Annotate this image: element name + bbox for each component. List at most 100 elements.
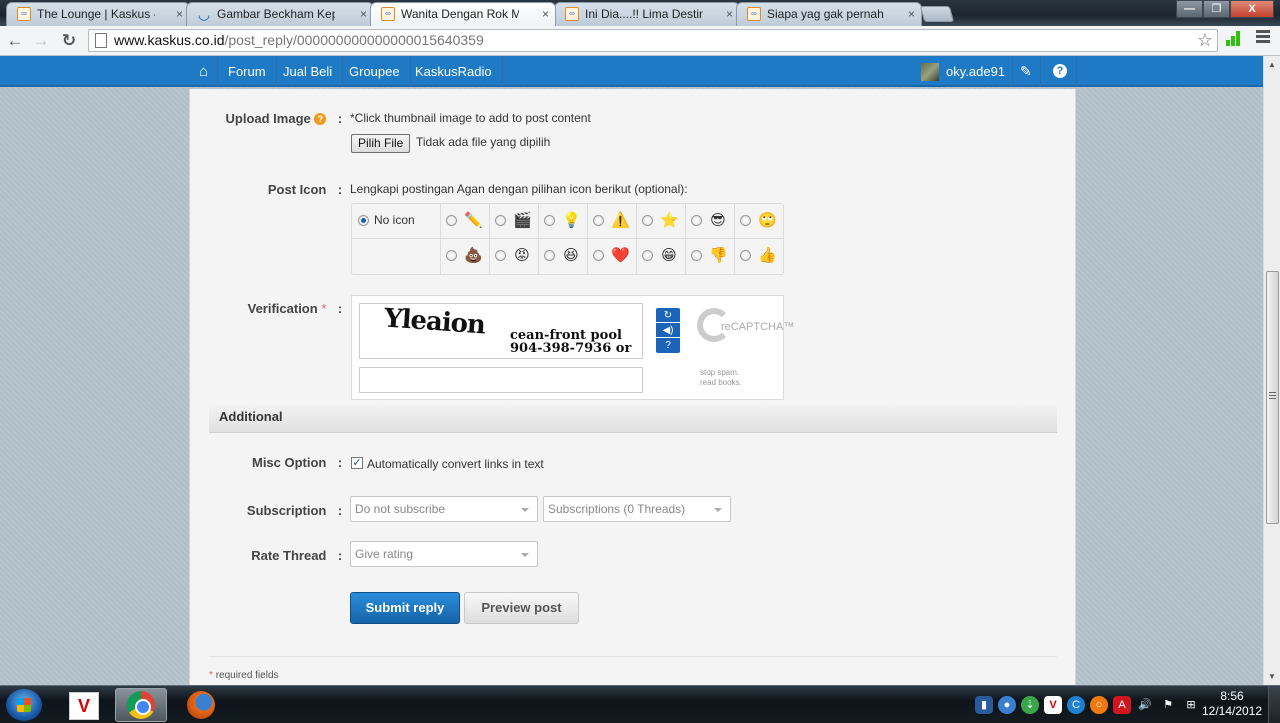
post-icon-radio[interactable] (593, 215, 604, 226)
close-icon[interactable]: × (360, 3, 367, 25)
scroll-up-arrow-icon[interactable]: ▲ (1268, 60, 1276, 69)
subscription-mode-select[interactable]: Do not subscribe (350, 496, 538, 522)
post-icon-radio[interactable] (446, 250, 457, 261)
post-icon-option[interactable]: 🙄 (735, 204, 784, 239)
nav-jual-beli[interactable]: Jual Beli (273, 56, 344, 87)
no-icon-option[interactable]: No icon (352, 204, 441, 239)
start-button[interactable] (6, 689, 42, 721)
avast-icon[interactable]: ○ (1090, 696, 1108, 714)
post-icon-radio[interactable] (740, 215, 751, 226)
network-icon[interactable]: ⊞ (1182, 696, 1200, 714)
post-icon-radio[interactable] (544, 215, 555, 226)
signal-extension-icon[interactable] (1226, 30, 1242, 46)
user-avatar[interactable] (921, 63, 939, 81)
chrome-menu-icon[interactable] (1256, 30, 1270, 45)
volume-icon[interactable]: 🔊 (1136, 696, 1154, 714)
clapperboard-icon[interactable]: 🎬 (513, 212, 532, 230)
post-icon-option[interactable]: 😡 (490, 239, 539, 274)
firefox-taskbar-icon[interactable] (187, 691, 215, 719)
laughing-smiley-icon[interactable]: 😆 (562, 247, 580, 265)
close-window-button[interactable]: X (1230, 0, 1274, 18)
thumbs-down-icon[interactable]: 👎 (709, 247, 728, 265)
address-bar[interactable]: www.kaskus.co.id/post_reply/000000000000… (88, 29, 1218, 52)
help-icon[interactable]: ? (656, 338, 680, 353)
ccleaner-icon[interactable]: C (1067, 696, 1085, 714)
nav-kaskusradio[interactable]: KaskusRadio (405, 56, 503, 87)
download-manager-icon[interactable]: ⇣ (1021, 696, 1039, 714)
pencil-icon[interactable]: ✎ (1020, 56, 1032, 87)
post-icon-radio[interactable] (691, 250, 702, 261)
close-icon[interactable]: × (542, 3, 549, 25)
vnc-viewer-taskbar-icon[interactable]: V (69, 692, 99, 720)
subscription-folder-select[interactable]: Subscriptions (0 Threads) (543, 496, 731, 522)
star-icon[interactable]: ⭐ (660, 212, 679, 230)
show-desktop-button[interactable] (1268, 686, 1280, 723)
network-drive-icon[interactable]: ▮ (975, 696, 993, 714)
post-icon-option[interactable]: 👍 (735, 239, 784, 274)
post-icon-option[interactable]: 😎 (686, 204, 735, 239)
close-icon[interactable]: × (908, 3, 915, 25)
post-icon-radio[interactable] (642, 250, 653, 261)
post-icon-option[interactable]: 💩 (441, 239, 490, 274)
warning-icon[interactable]: ⚠️ (611, 212, 630, 230)
back-button[interactable]: ← (4, 30, 26, 52)
post-icon-radio[interactable] (495, 215, 506, 226)
forward-button[interactable]: → (30, 30, 52, 52)
grin-smiley-icon[interactable]: 😁 (660, 247, 678, 265)
post-icon-option[interactable]: 👎 (686, 239, 735, 274)
post-icon-radio[interactable] (544, 250, 555, 261)
close-icon[interactable]: × (176, 3, 183, 25)
post-icon-option[interactable]: ⭐ (637, 204, 686, 239)
heart-icon[interactable]: ❤️ (611, 247, 630, 265)
post-icon-radio[interactable] (495, 250, 506, 261)
rate-thread-select[interactable]: Give rating (350, 541, 538, 567)
browser-tab-active[interactable]: ∞ Wanita Dengan Rok Mini D × (370, 2, 556, 26)
new-tab-button[interactable] (919, 6, 955, 22)
nav-forum[interactable]: Forum (218, 56, 277, 87)
nav-groupee[interactable]: Groupee (339, 56, 411, 87)
audio-icon[interactable]: ◀) (656, 323, 680, 338)
minimize-button[interactable]: — (1176, 0, 1203, 18)
post-icon-radio[interactable] (593, 250, 604, 261)
page-scrollbar[interactable]: ▲ ▼ (1263, 56, 1280, 685)
post-icon-option[interactable]: 💡 (539, 204, 588, 239)
scroll-thumb[interactable] (1266, 271, 1279, 524)
post-icon-option[interactable]: 😁 (637, 239, 686, 274)
rolling-eyes-smiley-icon[interactable]: 🙄 (758, 212, 777, 230)
vnc-icon[interactable]: V (1044, 696, 1062, 714)
thumbs-up-icon[interactable]: 👍 (758, 247, 777, 265)
help-icon[interactable]: ? (314, 113, 327, 125)
auto-convert-links-label[interactable]: Automatically convert links in text (367, 457, 544, 471)
maximize-button[interactable]: ❐ (1203, 0, 1230, 18)
reload-button[interactable]: ↻ (58, 30, 80, 52)
post-icon-option[interactable]: ⚠️ (588, 204, 637, 239)
poop-icon[interactable]: 💩 (464, 247, 483, 265)
lightbulb-icon[interactable]: 💡 (562, 212, 581, 230)
auto-convert-links-checkbox[interactable]: ✓ (351, 457, 363, 469)
post-icon-option[interactable]: ✏️ (441, 204, 490, 239)
captcha-input[interactable] (359, 367, 643, 393)
post-icon-option[interactable]: 🎬 (490, 204, 539, 239)
post-icon-radio[interactable] (446, 215, 457, 226)
post-icon-option[interactable]: ❤️ (588, 239, 637, 274)
username-link[interactable]: oky.ade91 (946, 56, 1005, 87)
action-center-flag-icon[interactable]: ⚑ (1159, 696, 1177, 714)
browser-tab[interactable]: ◡ Gambar Beckham Kepergo × (186, 2, 374, 26)
bookmark-star-icon[interactable]: ☆ (1197, 30, 1213, 51)
angry-smiley-icon[interactable]: 😡 (513, 247, 531, 265)
home-button[interactable]: ⌂ (190, 56, 218, 87)
close-icon[interactable]: × (726, 3, 733, 25)
browser-tab[interactable]: ∞ Ini Dia....!! Lima Destinasi V × (554, 2, 740, 26)
url-text[interactable]: www.kaskus.co.id/post_reply/000000000000… (114, 32, 484, 48)
cloud-icon[interactable]: ● (998, 696, 1016, 714)
system-clock[interactable]: 8:56 12/14/2012 (1200, 689, 1264, 719)
cool-smiley-icon[interactable]: 😎 (709, 212, 727, 230)
refresh-icon[interactable]: ↻ (656, 308, 680, 323)
post-icon-radio[interactable] (740, 250, 751, 261)
scroll-down-arrow-icon[interactable]: ▼ (1268, 672, 1276, 681)
browser-tab[interactable]: ∞ The Lounge | Kaskus - The × (6, 2, 190, 26)
pencil-icon[interactable]: ✏️ (464, 212, 483, 230)
post-icon-radio[interactable] (642, 215, 653, 226)
choose-file-button[interactable]: Pilih File (351, 134, 411, 153)
browser-tab[interactable]: ∞ Siapa yag gak pernah min × (736, 2, 922, 26)
